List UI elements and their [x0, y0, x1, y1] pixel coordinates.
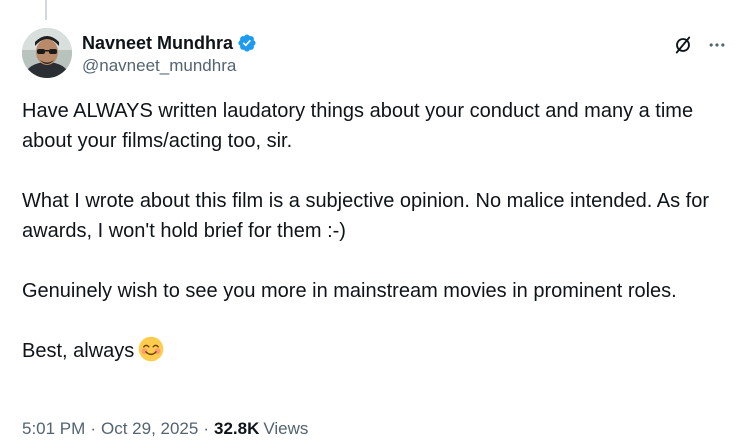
tweet-paragraph-4: Best, always — [22, 336, 734, 366]
author-info: Navneet Mundhra @navneet_mundhra — [82, 28, 257, 76]
tweet-text: Have ALWAYS written laudatory things abo… — [22, 96, 734, 366]
tweet-actions — [672, 28, 728, 56]
tweet-timestamp[interactable]: 5:01 PM · Oct 29, 2025 — [22, 419, 198, 439]
meta-separator: · — [90, 419, 96, 438]
grok-icon[interactable] — [672, 34, 694, 56]
tweet-paragraph-3: Genuinely wish to see you more in mainst… — [22, 280, 677, 302]
avatar-photo-icon — [22, 28, 72, 78]
views-count[interactable]: 32.8K — [214, 419, 259, 439]
author-handle[interactable]: @navneet_mundhra — [82, 56, 257, 76]
smiling-face-emoji-icon — [138, 336, 164, 362]
thread-connector-line — [45, 0, 47, 20]
tweet-paragraph-1: Have ALWAYS written laudatory things abo… — [22, 100, 694, 152]
author-display-name[interactable]: Navneet Mundhra — [82, 33, 233, 54]
tweet-date: Oct 29, 2025 — [100, 419, 199, 438]
tweet-meta: 5:01 PM · Oct 29, 2025 · 32.8K Views — [22, 419, 308, 439]
tweet-header: Navneet Mundhra @navneet_mundhra — [22, 28, 728, 80]
more-options-icon[interactable] — [706, 34, 728, 56]
tweet-time: 5:01 PM — [22, 419, 86, 438]
avatar[interactable] — [22, 28, 72, 78]
tweet-closing-text: Best, always — [22, 340, 135, 362]
views-label: Views — [263, 419, 309, 438]
meta-separator: · — [203, 419, 209, 438]
tweet-paragraph-2: What I wrote about this film is a subjec… — [22, 190, 710, 242]
verified-badge-icon[interactable] — [237, 33, 257, 53]
name-row: Navneet Mundhra — [82, 31, 257, 55]
